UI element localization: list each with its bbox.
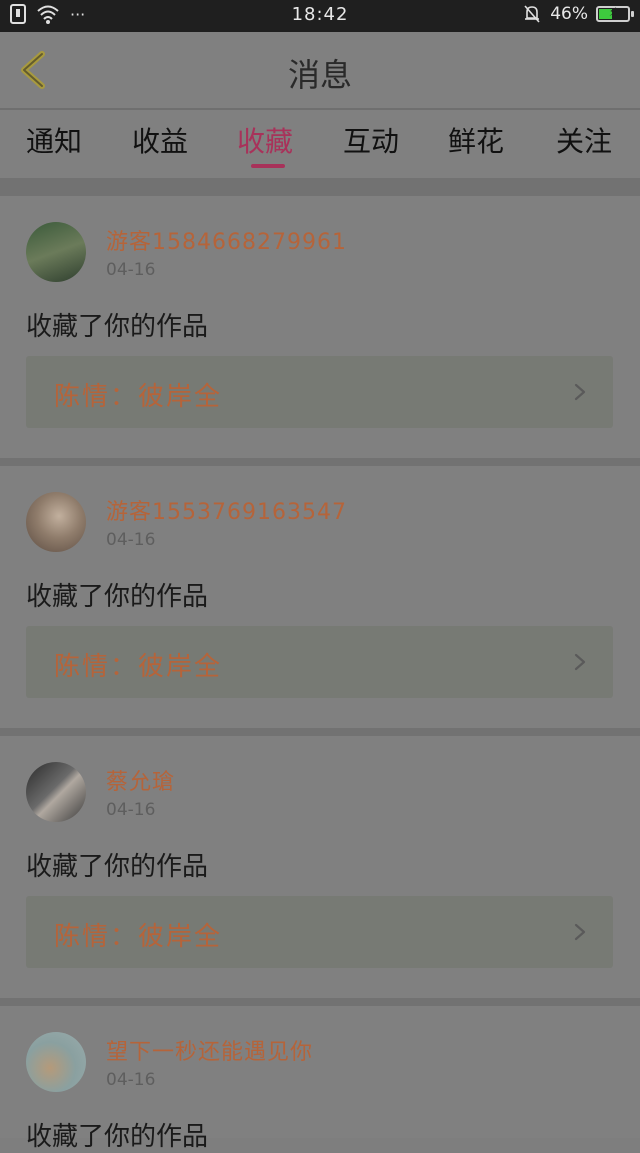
divider [0,728,640,736]
charging-bolt-icon: ⚡ [608,5,618,19]
top-nav-bar: 消息 [0,32,640,110]
divider [0,458,640,466]
bell-mute-icon [524,5,540,23]
tab-earnings[interactable]: 收益 [132,120,188,160]
message-text: 收藏了你的作品 [26,852,209,882]
message-card: 蔡允瑲 04-16 收藏了你的作品 陈情：彼岸全 [0,736,640,998]
message-card: 游客1553769163547 04-16 收藏了你的作品 陈情：彼岸全 [0,466,640,728]
avatar[interactable] [26,492,86,552]
chevron-right-icon [574,923,586,941]
tab-bar: 通知 收益 收藏 互动 鲜花 关注 [0,110,640,178]
message-text: 收藏了你的作品 [26,312,209,342]
username[interactable]: 蔡允瑲 [106,764,175,796]
page-title: 消息 [287,56,352,94]
tab-favorites[interactable]: 收藏 [237,120,293,160]
message-date: 04-16 [106,260,156,280]
message-text: 收藏了你的作品 [26,1122,209,1152]
message-date: 04-16 [106,530,156,550]
username[interactable]: 游客1553769163547 [106,494,347,526]
avatar[interactable] [26,1032,86,1092]
divider [0,178,640,196]
work-title: 陈情：彼岸全 [54,922,223,952]
avatar[interactable] [26,222,86,282]
status-right: 46% ⚡ [522,4,634,24]
message-date: 04-16 [106,1070,156,1090]
battery-icon: ⚡ [596,5,634,22]
username[interactable]: 游客1584668279961 [106,224,347,256]
status-bar: ··· 18:42 46% ⚡ [0,0,640,32]
work-link[interactable]: 陈情：彼岸全 [26,896,613,968]
avatar[interactable] [26,762,86,822]
chevron-right-icon [574,653,586,671]
tab-interactions[interactable]: 互动 [343,120,399,160]
work-title: 陈情：彼岸全 [54,652,223,682]
active-tab-indicator [251,164,285,168]
message-card: 望下一秒还能遇见你 04-16 收藏了你的作品 [0,1006,640,1152]
work-title: 陈情：彼岸全 [54,382,223,412]
work-link[interactable]: 陈情：彼岸全 [26,626,613,698]
divider [0,998,640,1006]
tab-notifications[interactable]: 通知 [26,120,82,160]
message-date: 04-16 [106,800,156,820]
username[interactable]: 望下一秒还能遇见你 [106,1034,313,1066]
chevron-right-icon [574,383,586,401]
work-link[interactable]: 陈情：彼岸全 [26,356,613,428]
tab-follows[interactable]: 关注 [556,120,612,160]
message-card: 游客1584668279961 04-16 收藏了你的作品 陈情：彼岸全 [0,196,640,458]
tab-flowers[interactable]: 鲜花 [448,120,504,160]
message-text: 收藏了你的作品 [26,582,209,612]
battery-percent: 46% [550,4,588,24]
